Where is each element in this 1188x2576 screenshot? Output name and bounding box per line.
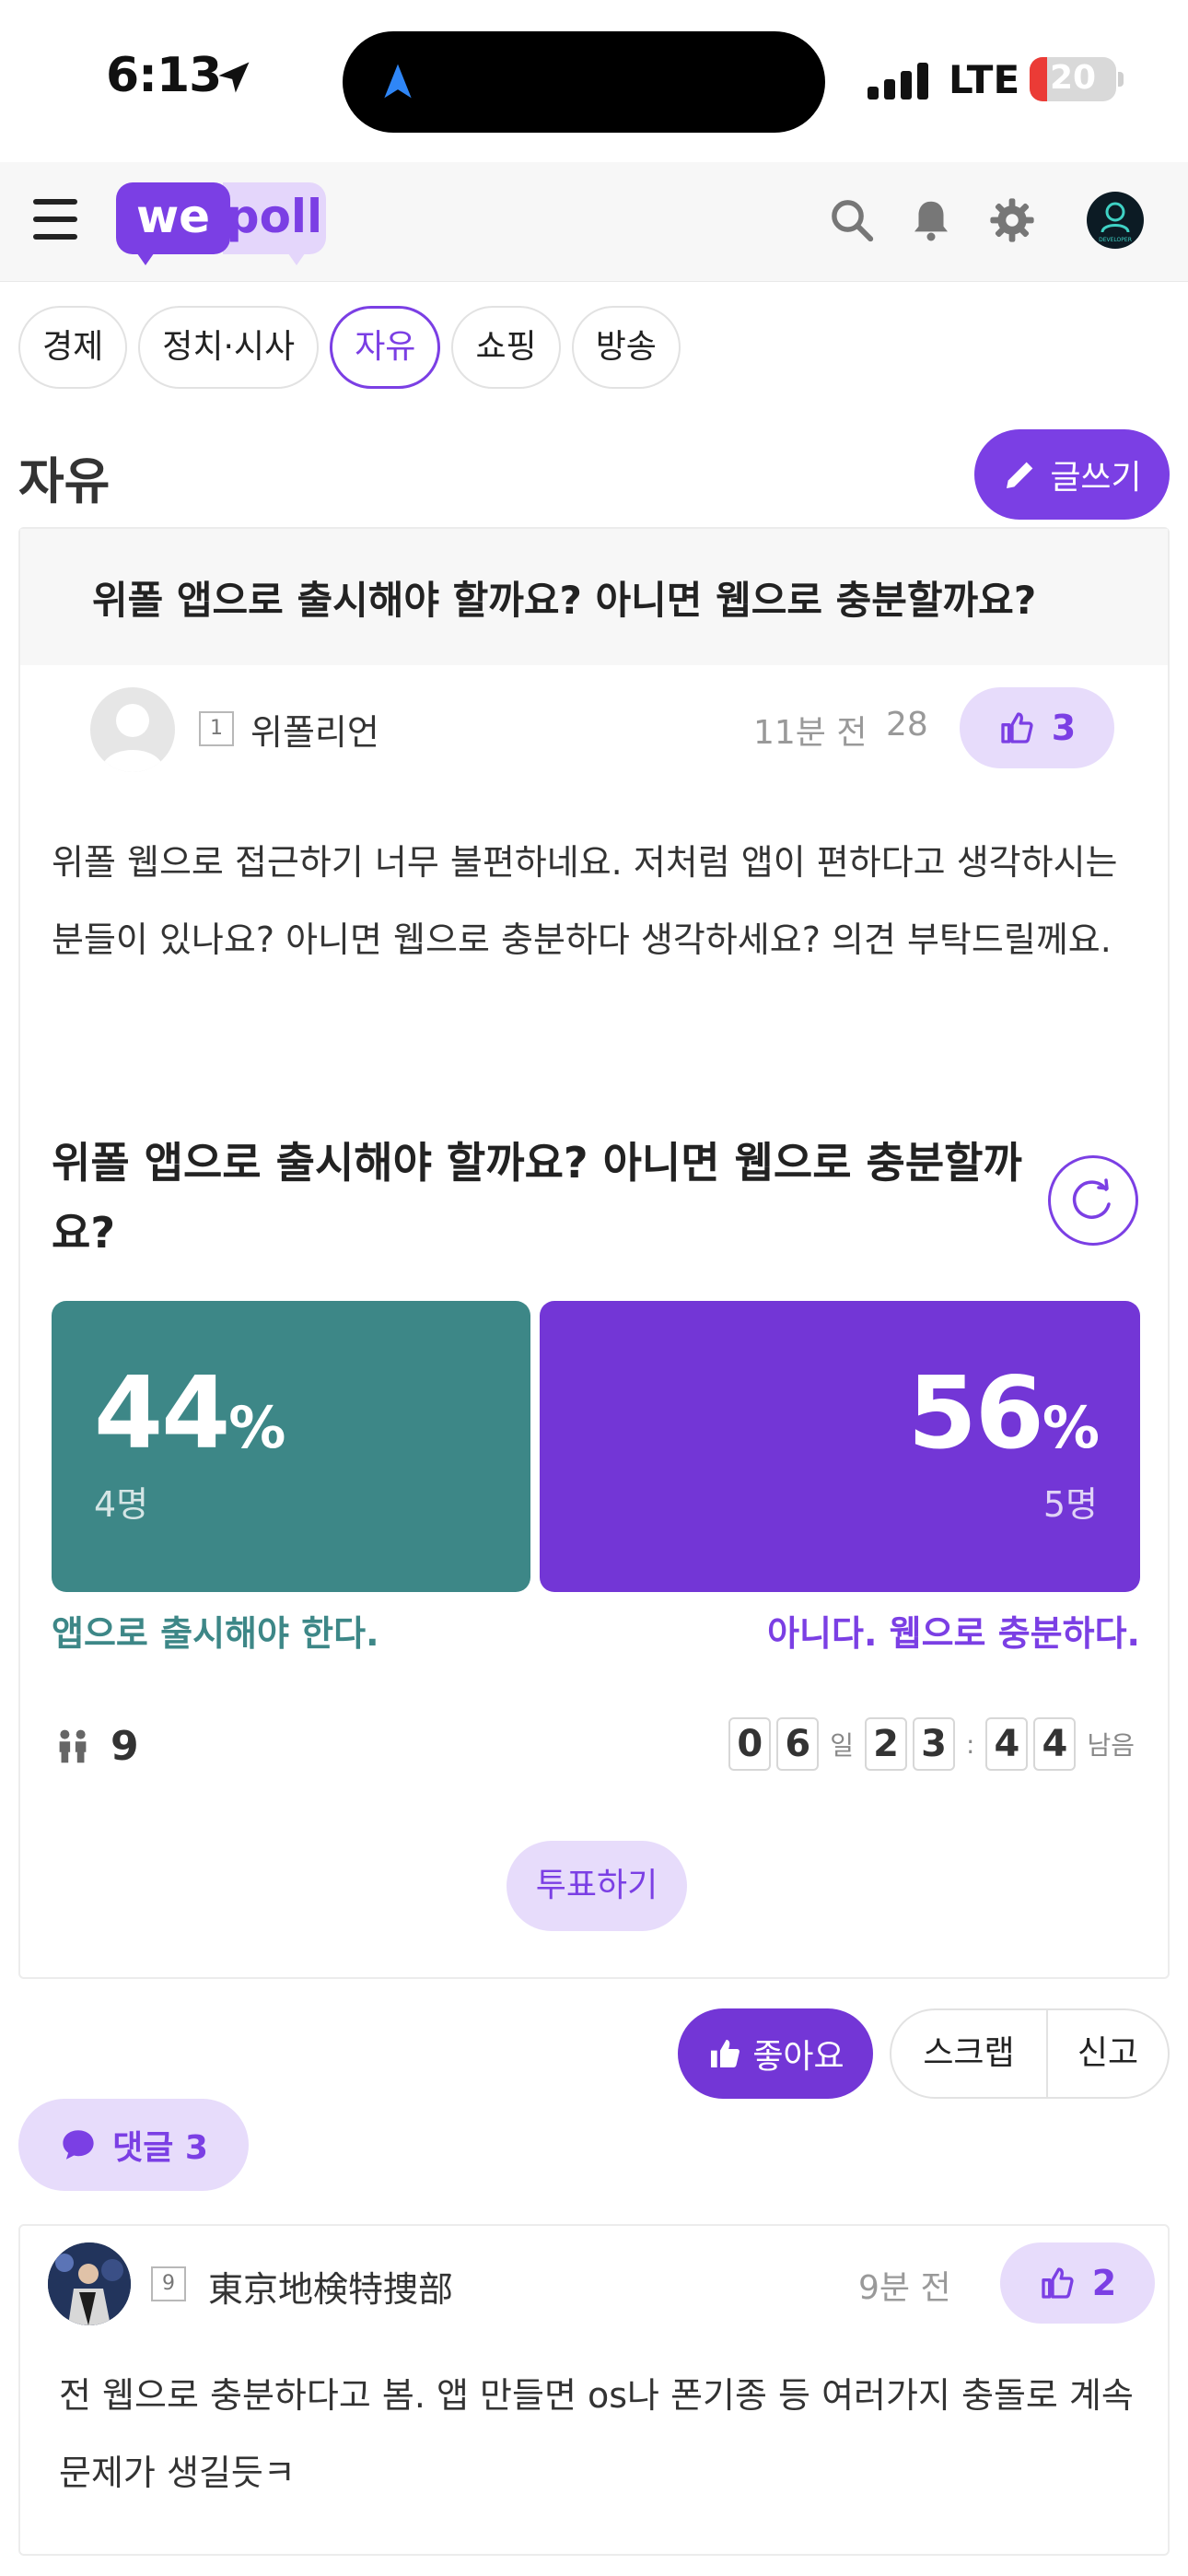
voter-count: 9 <box>52 1723 139 1770</box>
thumbs-up-icon <box>711 2040 740 2067</box>
pencil-icon <box>1007 462 1033 488</box>
poll-option-web-percent: 56% <box>907 1356 1100 1471</box>
comment-like-count: 2 <box>1091 2263 1117 2303</box>
category-tabs: 경제 정치·시사 자유 쇼핑 방송 <box>18 306 681 389</box>
scrap-button[interactable]: 스크랩 <box>891 2010 1048 2097</box>
comments-toggle-label: 댓글 3 <box>112 2129 208 2167</box>
logo-poll-tail <box>284 247 309 265</box>
wepoll-logo[interactable]: poll we <box>116 182 326 267</box>
countdown-day-digit: 0 <box>728 1717 772 1771</box>
people-icon <box>59 1729 87 1762</box>
comment-body: 전 웹으로 충분하다고 봄. 앱 만들면 os나 폰기종 등 여러가지 충돌로 … <box>59 2375 1134 2493</box>
navigation-icon <box>384 64 412 99</box>
logo-we: we <box>116 182 230 254</box>
status-bar: 6:13 LTE 20 <box>0 0 1188 161</box>
app-header: poll we DEVELOPER <box>0 162 1188 282</box>
comment-time: 9분 전 <box>858 2269 951 2307</box>
post-like-count: 3 <box>1051 708 1077 748</box>
user-avatar[interactable]: DEVELOPER <box>1087 192 1144 249</box>
poll-countdown: 0 6 일 2 3 : 4 4 남음 <box>728 1717 1140 1771</box>
commenter-level-badge: 9 <box>151 2266 186 2301</box>
tab-free[interactable]: 자유 <box>330 306 441 389</box>
post-like-count-button[interactable]: 3 <box>960 687 1114 768</box>
commenter-photo <box>48 2242 131 2325</box>
post-time: 11분 전 <box>753 714 868 752</box>
poll-question: 위폴 앱으로 출시해야 할까요? 아니면 웹으로 충분할까요? <box>52 1138 1022 1258</box>
comments-toggle-button[interactable]: 댓글 3 <box>18 2099 249 2191</box>
poll-option-app-count: 4명 <box>94 1484 149 1525</box>
signal-icon <box>868 59 928 100</box>
poll-option-app-percent: 44% <box>94 1356 285 1471</box>
percent-unit: % <box>1042 1394 1100 1461</box>
countdown-separator: : <box>966 1728 975 1760</box>
battery-icon: 20 <box>1030 57 1116 101</box>
scrap-report-group: 스크랩 신고 <box>890 2008 1170 2099</box>
tab-broadcast[interactable]: 방송 <box>571 306 681 389</box>
post-header: 위폴 앱으로 출시해야 할까요? 아니면 웹으로 충분할까요? <box>20 529 1168 665</box>
poll-option-app-percent-value: 44 <box>94 1356 230 1471</box>
tab-shopping[interactable]: 쇼핑 <box>451 306 561 389</box>
percent-unit: % <box>228 1394 285 1461</box>
board-title: 자유 <box>18 452 111 510</box>
commenter-name[interactable]: 東京地検特捜部 <box>208 2261 453 2312</box>
poll-option-app-label: 앱으로 출시해야 한다. <box>52 1613 379 1654</box>
poll-option-web-label: 아니다. 웹으로 충분하다. <box>767 1613 1140 1654</box>
countdown-hour-digit: 3 <box>913 1717 956 1771</box>
speech-bubble-icon <box>63 2130 94 2160</box>
tab-economy[interactable]: 경제 <box>18 306 128 389</box>
poll-option-web[interactable]: 56% 5명 <box>540 1301 1140 1592</box>
menu-icon[interactable] <box>33 199 77 240</box>
developer-avatar-icon: DEVELOPER <box>1099 202 1132 243</box>
thumbs-up-icon <box>1001 712 1033 744</box>
vote-button[interactable]: 투표하기 <box>507 1841 687 1931</box>
bell-icon[interactable] <box>906 195 956 245</box>
author-avatar[interactable] <box>90 687 175 772</box>
logo-poll: poll <box>223 182 326 254</box>
voter-count-value: 9 <box>111 1723 139 1770</box>
author-level-badge: 1 <box>199 711 234 746</box>
like-button-label: 좋아요 <box>752 2038 844 2076</box>
network-type: LTE <box>949 57 1020 102</box>
search-icon[interactable] <box>827 195 877 245</box>
write-button-label: 글쓰기 <box>1050 459 1142 497</box>
avatar-caption: DEVELOPER <box>1099 237 1132 243</box>
author-name[interactable]: 위폴리언 <box>250 704 379 755</box>
post-body: 위폴 웹으로 접근하기 너무 불편하네요. 저처럼 앱이 편하다고 생각하시는 … <box>52 842 1118 960</box>
poll-option-web-percent-value: 56 <box>907 1356 1044 1471</box>
gear-icon[interactable] <box>987 195 1037 245</box>
status-time: 6:13 <box>106 48 222 103</box>
countdown-remaining-label: 남음 <box>1087 1730 1135 1761</box>
comment-like-button[interactable]: 2 <box>1000 2242 1155 2324</box>
comment-item: 9 東京地検特捜部 9분 전 2 전 웹으로 충분하다고 봄. 앱 만들면 os… <box>18 2224 1170 2556</box>
thumbs-up-icon <box>1042 2267 1074 2299</box>
tab-politics[interactable]: 정치·시사 <box>138 306 320 389</box>
battery-percent: 20 <box>1049 59 1097 97</box>
countdown-minute-digit: 4 <box>1033 1717 1077 1771</box>
poll-option-app[interactable]: 44% 4명 <box>52 1301 530 1592</box>
post-card: 위폴 앱으로 출시해야 할까요? 아니면 웹으로 충분할까요? 1 위폴리언 1… <box>18 527 1170 1979</box>
refresh-icon <box>1072 1178 1111 1219</box>
countdown-day-unit: 일 <box>830 1730 855 1761</box>
location-arrow-icon <box>218 62 250 93</box>
commenter-avatar[interactable] <box>48 2242 131 2325</box>
countdown-hour-digit: 2 <box>865 1717 908 1771</box>
write-button[interactable]: 글쓰기 <box>974 429 1170 520</box>
battery-nub <box>1118 72 1124 87</box>
post-views: 28 <box>886 706 928 744</box>
post-title: 위폴 앱으로 출시해야 할까요? 아니면 웹으로 충분할까요? <box>92 578 1037 623</box>
like-button[interactable]: 좋아요 <box>678 2008 873 2099</box>
countdown-minute-digit: 4 <box>985 1717 1029 1771</box>
report-button[interactable]: 신고 <box>1048 2010 1168 2097</box>
default-user-icon <box>101 704 164 772</box>
dynamic-island <box>343 31 825 133</box>
countdown-day-digit: 6 <box>776 1717 820 1771</box>
poll-option-web-count: 5명 <box>1042 1484 1098 1525</box>
logo-we-tail <box>133 247 158 265</box>
refresh-button[interactable] <box>1048 1155 1138 1246</box>
